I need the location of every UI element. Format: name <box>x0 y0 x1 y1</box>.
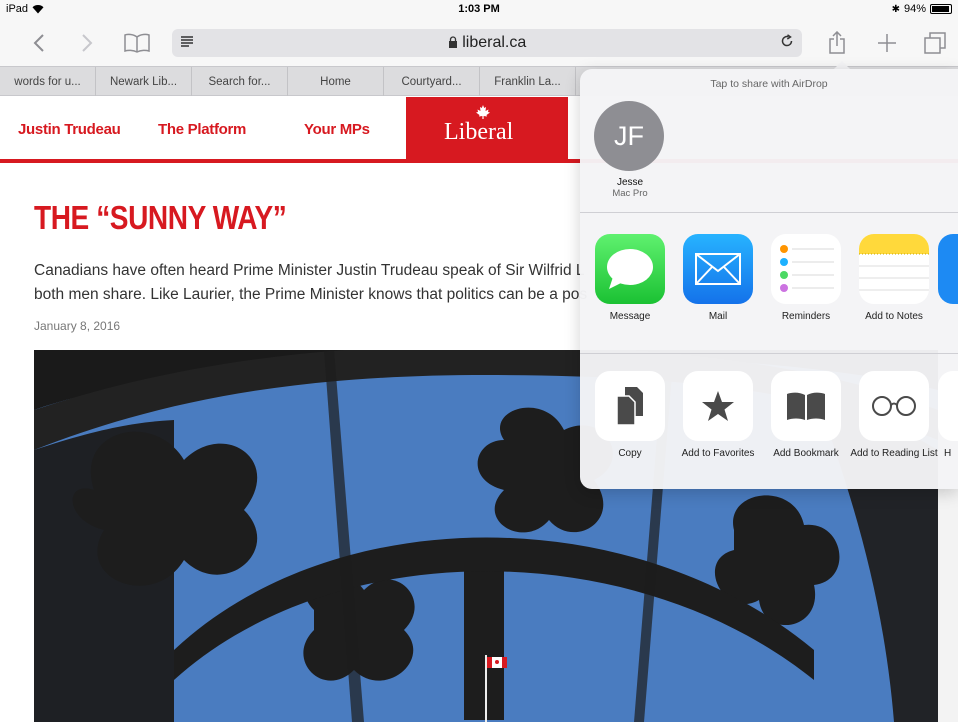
avatar: JF <box>594 101 664 171</box>
bookmark-action-icon <box>771 371 841 441</box>
url-display[interactable]: liberal.ca <box>172 34 802 52</box>
glasses-icon <box>872 396 916 416</box>
app-label: Mail <box>708 311 728 322</box>
app-label: Reminders <box>781 311 831 322</box>
bluetooth-icon: ✱ <box>891 3 900 15</box>
status-bar: iPad 1:03 PM ✱ 94% <box>0 0 958 20</box>
article-line: Canadians have often heard Prime Ministe… <box>34 262 585 279</box>
nav-justin-trudeau[interactable]: Justin Trudeau <box>18 121 121 138</box>
tabs-overview-button[interactable] <box>920 28 950 58</box>
notes-app[interactable]: Add to Notes <box>850 234 938 322</box>
copy-action[interactable]: Copy <box>586 371 674 459</box>
airdrop-contact[interactable]: JF Jesse Mac Pro <box>594 101 666 199</box>
divider <box>580 353 958 354</box>
tab[interactable]: Search for... <box>192 67 288 96</box>
copy-icon <box>616 387 643 426</box>
battery-fill <box>932 6 949 12</box>
plus-icon <box>878 34 896 52</box>
tab[interactable]: Newark Lib... <box>96 67 192 96</box>
status-right: ✱ 94% <box>892 3 952 15</box>
back-button[interactable] <box>24 28 54 58</box>
message-app[interactable]: Message <box>586 234 674 322</box>
article-date: January 8, 2016 <box>34 319 121 333</box>
battery-percent: 94% <box>903 3 926 15</box>
action-icon-partial <box>938 371 958 441</box>
article-line: both men share. Like Laurier, the Prime … <box>34 286 588 303</box>
reminders-app-icon <box>771 234 841 304</box>
action-label: Copy <box>618 448 642 459</box>
contact-device: Mac Pro <box>612 188 648 199</box>
more-apps-partial[interactable] <box>938 234 958 304</box>
mail-app-icon <box>683 234 753 304</box>
share-button[interactable] <box>822 28 852 58</box>
reload-icon <box>781 34 793 47</box>
tabs-icon <box>924 32 946 54</box>
liberal-logo[interactable]: Liberal <box>406 97 568 163</box>
mail-app[interactable]: Mail <box>674 234 762 322</box>
share-sheet: Tap to share with AirDrop JF Jesse Mac P… <box>580 69 958 489</box>
reading-list-action-icon <box>859 371 929 441</box>
address-bar[interactable]: liberal.ca <box>172 29 802 57</box>
tab[interactable]: Home <box>288 67 384 96</box>
share-apps-row: Message Mail Reminders Add to Notes <box>580 234 958 354</box>
airdrop-hint: Tap to share with AirDrop <box>710 78 828 90</box>
tab[interactable]: words for u... <box>0 67 96 96</box>
more-actions-partial[interactable]: H <box>938 371 958 459</box>
lock-icon <box>448 36 457 48</box>
action-label: Add to Favorites <box>681 448 755 459</box>
nav-your-mps[interactable]: Your MPs <box>304 121 370 138</box>
action-label: Add to Reading List <box>850 448 938 459</box>
notepad-icon <box>859 234 929 291</box>
share-actions-row: Copy Add to Favorites Add Bookmark Add t… <box>580 371 958 489</box>
bookmarks-button[interactable] <box>122 28 152 58</box>
app-icon-partial <box>938 234 958 304</box>
book-icon <box>124 33 150 53</box>
favorites-action-icon <box>683 371 753 441</box>
tab[interactable]: Courtyard... <box>384 67 480 96</box>
clock: 1:03 PM <box>458 3 500 15</box>
divider <box>580 212 958 213</box>
nav-the-platform[interactable]: The Platform <box>158 121 246 138</box>
chevron-left-icon <box>33 34 44 52</box>
speech-bubble-icon <box>607 249 653 289</box>
action-label: H <box>944 448 952 459</box>
reload-button[interactable] <box>780 34 794 53</box>
share-icon <box>829 31 845 54</box>
envelope-icon <box>695 253 741 285</box>
article-headline: THE “SUNNY WAY” <box>34 199 287 236</box>
star-icon <box>702 391 734 421</box>
reminders-app[interactable]: Reminders <box>762 234 850 322</box>
battery-icon <box>930 4 952 14</box>
contact-name: Jesse <box>616 177 644 188</box>
notes-app-icon <box>859 234 929 304</box>
app-label: Add to Notes <box>865 311 923 322</box>
maple-leaf-icon <box>476 105 490 119</box>
forward-button[interactable] <box>72 28 102 58</box>
article-body: Canadians have often heard Prime Ministe… <box>34 259 594 307</box>
url-text: liberal.ca <box>462 34 527 51</box>
new-tab-button[interactable] <box>872 28 902 58</box>
copy-action-icon <box>595 371 665 441</box>
tab[interactable]: Franklin La... <box>480 67 576 96</box>
open-book-icon <box>787 392 825 420</box>
logo-text: Liberal <box>444 119 514 145</box>
message-app-icon <box>595 234 665 304</box>
list-icon <box>780 245 834 292</box>
safari-toolbar: liberal.ca <box>0 20 958 66</box>
chevron-right-icon <box>82 34 93 52</box>
add-bookmark-action[interactable]: Add Bookmark <box>762 371 850 459</box>
action-label: Add Bookmark <box>773 448 839 459</box>
add-to-reading-list-action[interactable]: Add to Reading List <box>850 371 938 459</box>
airdrop-area: Tap to share with AirDrop JF Jesse Mac P… <box>580 69 958 212</box>
add-to-favorites-action[interactable]: Add to Favorites <box>674 371 762 459</box>
app-label: Message <box>609 311 651 322</box>
